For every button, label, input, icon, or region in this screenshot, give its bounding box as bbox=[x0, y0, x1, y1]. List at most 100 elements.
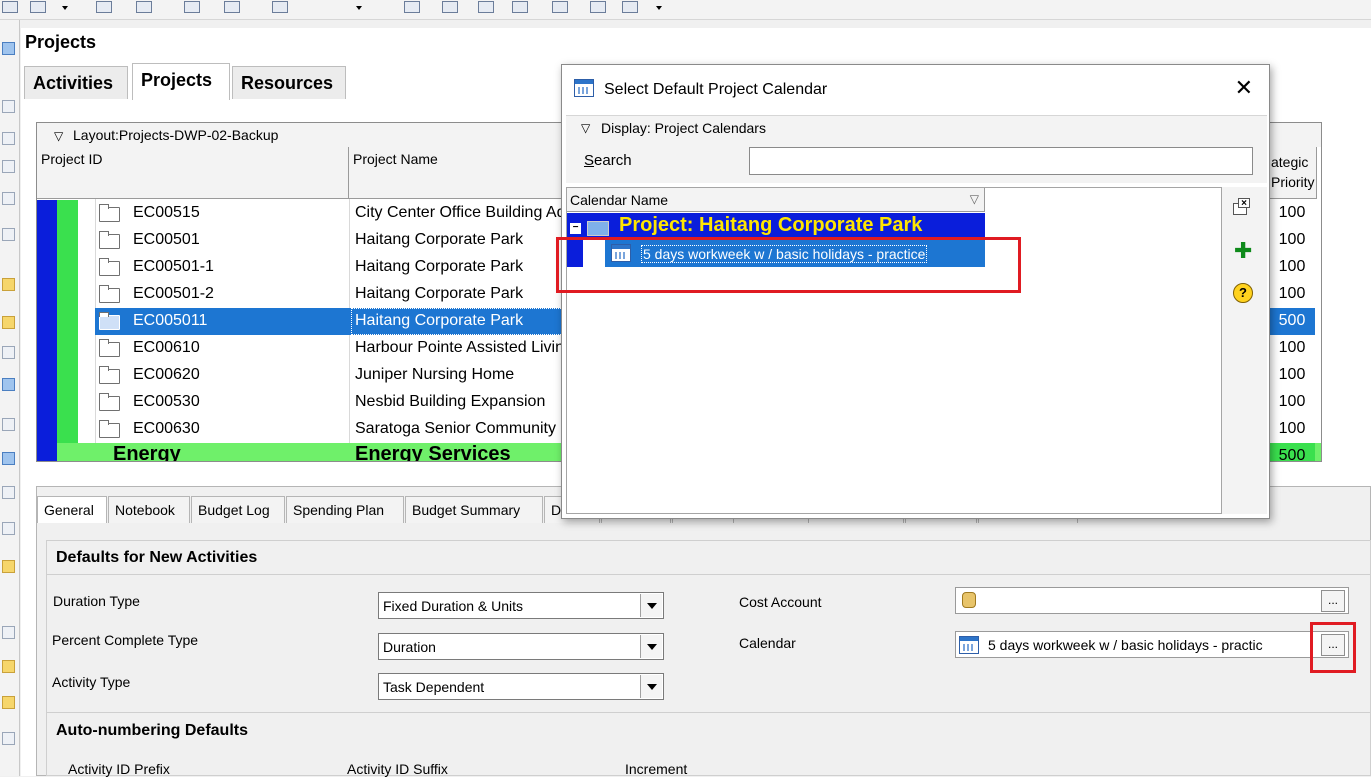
cost-account-field[interactable] bbox=[955, 587, 1349, 614]
calendar-icon bbox=[574, 79, 594, 97]
collapse-icon[interactable]: − bbox=[570, 223, 581, 234]
level-icon[interactable] bbox=[512, 1, 528, 13]
help-button[interactable]: ? bbox=[1231, 282, 1253, 304]
project-name: Saratoga Senior Community bbox=[355, 420, 556, 437]
calendar-value: 5 days workweek w / basic holidays - pra… bbox=[988, 637, 1263, 653]
project-id: EC00630 bbox=[133, 420, 200, 437]
nav-icon[interactable] bbox=[2, 316, 15, 329]
filter-icon[interactable] bbox=[224, 1, 240, 13]
tab-resources[interactable]: Resources bbox=[232, 66, 346, 99]
tab-spending-plan[interactable]: Spending Plan bbox=[286, 496, 404, 523]
expand-icon[interactable] bbox=[2, 228, 15, 241]
tab-budget-log[interactable]: Budget Log bbox=[191, 496, 285, 523]
display-bar[interactable]: ▽ Display: Project Calendars bbox=[566, 115, 1267, 141]
calendar-label: Calendar bbox=[739, 635, 796, 651]
nav-icon[interactable] bbox=[2, 732, 15, 745]
percent-complete-type-select[interactable]: Duration bbox=[378, 633, 664, 660]
tab-projects[interactable]: Projects bbox=[132, 63, 230, 100]
chevron-down-icon[interactable] bbox=[640, 675, 662, 698]
wbs-color-bar bbox=[57, 362, 78, 389]
remove-calendar-button[interactable]: × bbox=[1231, 197, 1253, 219]
strategic-priority: 500 bbox=[1278, 447, 1306, 462]
baseline-icon[interactable] bbox=[590, 1, 606, 13]
dropdown-arrow-icon[interactable] bbox=[62, 6, 68, 10]
strategic-priority: 100 bbox=[1278, 285, 1306, 302]
nav-icon[interactable] bbox=[2, 696, 15, 709]
strategic-priority: 100 bbox=[1278, 231, 1306, 248]
strategic-priority: 100 bbox=[1278, 339, 1306, 356]
column-header-strategic-priority[interactable]: ategic Priority bbox=[1267, 147, 1317, 199]
layout-icon[interactable] bbox=[272, 1, 288, 13]
folder-icon bbox=[99, 285, 120, 303]
strategic-priority: 100 bbox=[1278, 393, 1306, 410]
wbs-id: Energy bbox=[113, 443, 181, 462]
dropdown-arrow-icon[interactable] bbox=[656, 6, 662, 10]
dropdown-arrow-icon[interactable] bbox=[356, 6, 362, 10]
duration-type-value: Fixed Duration & Units bbox=[383, 598, 524, 614]
nav-icon[interactable] bbox=[2, 100, 15, 113]
chevron-down-icon[interactable] bbox=[640, 594, 662, 617]
highlight-box-calendar-button bbox=[1310, 622, 1356, 673]
wbs-color-bar bbox=[57, 416, 78, 443]
display-label: Display: Project Calendars bbox=[601, 120, 766, 136]
help-icon: ? bbox=[1233, 283, 1253, 303]
calendar-field[interactable]: 5 days workweek w / basic holidays - pra… bbox=[955, 631, 1349, 658]
nav-icon[interactable] bbox=[2, 626, 15, 639]
nav-icon[interactable] bbox=[2, 42, 15, 55]
schedule-icon[interactable] bbox=[478, 1, 494, 13]
nav-icon[interactable] bbox=[2, 418, 15, 431]
nav-icon[interactable] bbox=[2, 160, 15, 173]
search-input[interactable] bbox=[749, 147, 1253, 175]
chevron-down-icon[interactable] bbox=[640, 635, 662, 658]
column-header-project-id[interactable]: Project ID bbox=[37, 147, 349, 199]
nav-icon[interactable] bbox=[2, 132, 15, 145]
chevron-down-icon: ▽ bbox=[581, 121, 591, 135]
close-icon[interactable]: ✕ bbox=[1235, 77, 1253, 99]
project-name: Haitang Corporate Park bbox=[355, 312, 524, 329]
autonumbering-section-title: Auto-numbering Defaults bbox=[56, 722, 248, 739]
nav-icon[interactable] bbox=[2, 522, 15, 535]
store-period-icon[interactable] bbox=[552, 1, 568, 13]
project-group-row[interactable]: − Project: Haitang Corporate Park bbox=[567, 213, 985, 240]
column-header-project-name[interactable]: Project Name bbox=[349, 147, 565, 199]
columns-icon[interactable] bbox=[96, 1, 112, 13]
tab-notebook[interactable]: Notebook bbox=[108, 496, 190, 523]
nav-icon[interactable] bbox=[2, 486, 15, 499]
print-icon[interactable] bbox=[404, 1, 420, 13]
folder-icon bbox=[99, 420, 120, 438]
duration-type-select[interactable]: Fixed Duration & Units bbox=[378, 592, 664, 619]
project-id: EC00501-2 bbox=[133, 285, 214, 302]
tab-activities[interactable]: Activities bbox=[24, 66, 128, 99]
folder-open-icon bbox=[99, 312, 120, 330]
chart-icon[interactable] bbox=[184, 1, 200, 13]
strategic-priority: 100 bbox=[1278, 366, 1306, 383]
nav-icon[interactable] bbox=[2, 660, 15, 673]
toolbar-icon[interactable] bbox=[2, 1, 18, 13]
strategic-priority: 100 bbox=[1278, 420, 1306, 437]
column-header-label: Calendar Name bbox=[570, 192, 669, 208]
folder-icon bbox=[99, 204, 120, 222]
cost-account-browse-button[interactable]: ... bbox=[1321, 590, 1345, 612]
wbs-color-bar bbox=[57, 200, 78, 227]
nav-icon[interactable] bbox=[2, 452, 15, 465]
folder-icon bbox=[99, 258, 120, 276]
percent-complete-type-label: Percent Complete Type bbox=[52, 632, 199, 648]
options-icon[interactable] bbox=[622, 1, 638, 13]
project-name: Haitang Corporate Park bbox=[355, 258, 524, 275]
nav-icon[interactable] bbox=[2, 278, 15, 291]
zoom-icon[interactable] bbox=[30, 1, 46, 13]
grid-icon[interactable] bbox=[136, 1, 152, 13]
add-calendar-button[interactable]: ✚ bbox=[1231, 239, 1253, 262]
column-header-calendar-name[interactable]: Calendar Name ▽ bbox=[567, 188, 985, 212]
tab-general[interactable]: General bbox=[37, 496, 107, 523]
nav-icon[interactable] bbox=[2, 560, 15, 573]
project-id: EC00620 bbox=[133, 366, 200, 383]
export-icon[interactable] bbox=[442, 1, 458, 13]
project-color-bar bbox=[37, 362, 57, 389]
nav-icon[interactable] bbox=[2, 378, 15, 391]
nav-icon[interactable] bbox=[2, 346, 15, 359]
tab-budget-summary[interactable]: Budget Summary bbox=[405, 496, 543, 523]
nav-icon[interactable] bbox=[2, 192, 15, 205]
activity-type-select[interactable]: Task Dependent bbox=[378, 673, 664, 700]
sort-icon[interactable]: ▽ bbox=[970, 192, 979, 206]
